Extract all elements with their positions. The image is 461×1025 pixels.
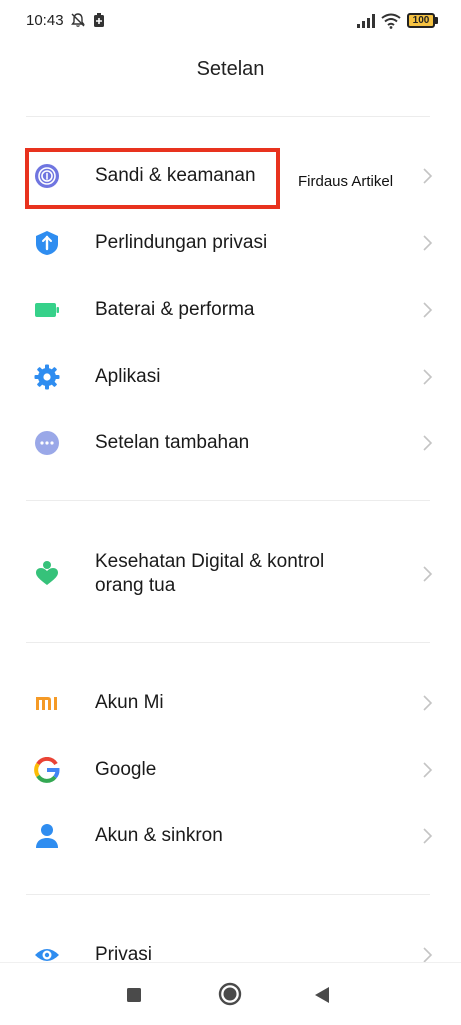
settings-item-label: Aplikasi <box>95 366 161 387</box>
gear-icon <box>34 364 60 390</box>
chevron-right-icon <box>423 762 433 778</box>
highlight-box <box>25 148 280 209</box>
settings-item-label: Setelan tambahan <box>95 432 250 453</box>
settings-item-accounts-sync[interactable]: Akun & sinkron <box>0 806 461 866</box>
settings-item-apps[interactable]: Aplikasi <box>0 347 461 407</box>
back-button[interactable] <box>314 986 330 1004</box>
settings-item-mi-account[interactable]: Akun Mi <box>0 673 461 733</box>
bell-off-icon <box>71 13 85 27</box>
chevron-right-icon <box>423 235 433 251</box>
wellbeing-icon <box>36 561 58 585</box>
recent-apps-button[interactable] <box>126 987 142 1003</box>
chevron-right-icon <box>423 566 433 582</box>
shield-icon <box>36 231 58 255</box>
more-icon <box>35 431 59 455</box>
watermark-text: Firdaus Artikel <box>298 173 394 190</box>
status-bar: 10:43 100 <box>0 0 461 44</box>
chevron-right-icon <box>423 695 433 711</box>
page-title: Setelan <box>196 58 265 80</box>
chevron-right-icon <box>423 435 433 451</box>
settings-item-label: Baterai & performa <box>95 299 255 320</box>
settings-item-label: Google <box>95 759 157 780</box>
settings-item-digital-wellbeing[interactable]: Kesehatan Digital & kontrol orang tua <box>0 542 461 606</box>
battery-icon <box>35 303 59 317</box>
settings-item-label: Akun & sinkron <box>95 825 223 846</box>
divider <box>26 116 430 117</box>
battery-tip <box>435 17 438 24</box>
wifi-icon <box>381 13 401 29</box>
status-time: 10:43 <box>26 12 64 29</box>
settings-item-label: Perlindungan privasi <box>95 232 268 253</box>
settings-item-label-line1: Kesehatan Digital & kontrol <box>95 551 325 572</box>
settings-item-additional-settings[interactable]: Setelan tambahan <box>0 413 461 473</box>
settings-item-google[interactable]: Google <box>0 740 461 800</box>
settings-item-label-line2: orang tua <box>95 575 176 596</box>
battery-indicator: 100 <box>407 13 435 28</box>
divider <box>26 894 430 895</box>
navigation-bar <box>0 962 461 1025</box>
settings-item-battery-performance[interactable]: Baterai & performa <box>0 280 461 340</box>
home-button[interactable] <box>218 982 242 1006</box>
mi-icon <box>36 697 57 710</box>
settings-item-privacy-protection[interactable]: Perlindungan privasi <box>0 213 461 273</box>
signal-icon <box>357 14 375 28</box>
chevron-right-icon <box>423 302 433 318</box>
battery-saver-icon <box>94 13 104 27</box>
chevron-right-icon <box>423 828 433 844</box>
chevron-right-icon <box>423 369 433 385</box>
chevron-right-icon <box>423 168 433 184</box>
google-icon <box>34 757 60 783</box>
person-icon <box>36 824 58 848</box>
divider <box>26 500 430 501</box>
divider <box>26 642 430 643</box>
settings-item-label: Akun Mi <box>95 692 164 713</box>
